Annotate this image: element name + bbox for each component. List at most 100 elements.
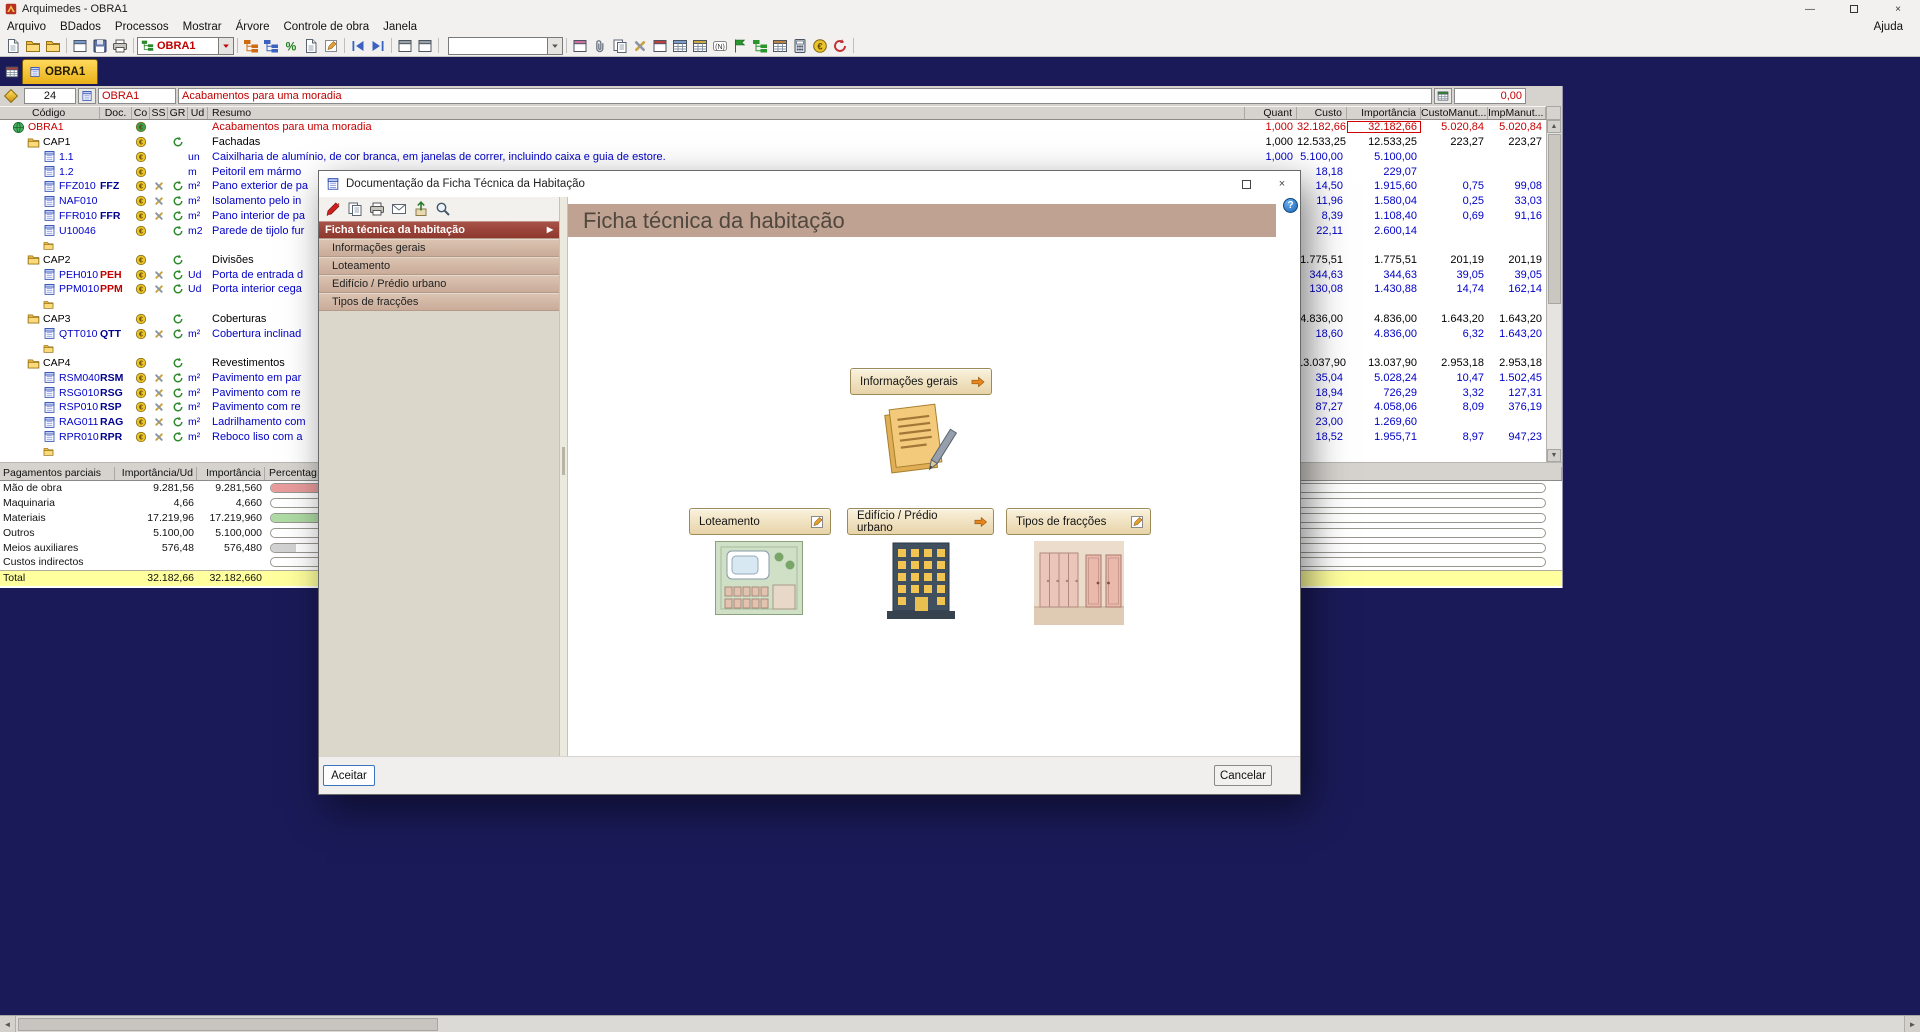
- row-importancia[interactable]: 2.600,14: [1347, 225, 1421, 237]
- project-combo[interactable]: OBRA1: [137, 36, 219, 55]
- pay-col-import-ncia[interactable]: Importância: [197, 467, 265, 480]
- mail-icon[interactable]: [390, 200, 408, 218]
- nav-first-icon[interactable]: [348, 36, 368, 56]
- col-impmanut[interactable]: ImpManut...: [1488, 107, 1546, 119]
- scroll-left-icon[interactable]: ◄: [0, 1016, 16, 1032]
- scroll-right-icon[interactable]: ►: [1904, 1016, 1920, 1032]
- col-doc[interactable]: Doc.: [100, 107, 132, 119]
- code-lookup-button[interactable]: [78, 88, 96, 104]
- row-importancia[interactable]: 12.533,25: [1347, 136, 1421, 148]
- copy-icon[interactable]: [346, 200, 364, 218]
- nav-ficha-t-cnica-da-habita-o[interactable]: Ficha técnica da habitação ▶: [319, 221, 559, 239]
- description-field[interactable]: Acabamentos para uma moradia: [178, 88, 1432, 104]
- tools-icon[interactable]: [630, 36, 650, 56]
- col-import-ncia[interactable]: Importância: [1347, 107, 1421, 119]
- copy-doc-icon[interactable]: [610, 36, 630, 56]
- row-importancia[interactable]: 1.269,60: [1347, 416, 1421, 428]
- folder-edit-icon[interactable]: [43, 36, 63, 56]
- project-list-icon[interactable]: [5, 63, 19, 81]
- save-icon[interactable]: [90, 36, 110, 56]
- menu-processos[interactable]: Processos: [108, 18, 176, 35]
- table-gold-icon[interactable]: [690, 36, 710, 56]
- col-gr[interactable]: GR: [168, 107, 188, 119]
- money-icon[interactable]: [810, 36, 830, 56]
- flag-green-icon[interactable]: [730, 36, 750, 56]
- col-c-digo[interactable]: Código: [0, 107, 100, 119]
- row-importancia[interactable]: 1.915,60: [1347, 180, 1421, 192]
- doc-edit-icon[interactable]: [321, 36, 341, 56]
- close-button[interactable]: ×: [1876, 0, 1920, 18]
- nav-last-icon[interactable]: [368, 36, 388, 56]
- menu-bdados[interactable]: BDados: [53, 18, 108, 35]
- window-tile-icon[interactable]: [415, 36, 435, 56]
- scroll-up-icon[interactable]: ▲: [1547, 120, 1561, 133]
- row-importancia[interactable]: 4.836,00: [1347, 328, 1421, 340]
- col-custo[interactable]: Custo: [1297, 107, 1347, 119]
- row-importancia[interactable]: 1.775,51: [1347, 254, 1421, 266]
- row-importancia[interactable]: 4.058,06: [1347, 401, 1421, 413]
- menu-mostrar[interactable]: Mostrar: [176, 18, 229, 35]
- menu-ajuda[interactable]: Ajuda: [1867, 18, 1910, 35]
- dialog-close-button[interactable]: ×: [1264, 171, 1300, 197]
- help-icon[interactable]: ?: [1283, 198, 1298, 213]
- row-importancia[interactable]: 13.037,90: [1347, 357, 1421, 369]
- edificio-button[interactable]: Edifício / Prédio urbano: [847, 508, 994, 535]
- doc-percent-icon[interactable]: [281, 36, 301, 56]
- nav-tipos-de-frac-es[interactable]: Tipos de fracções: [319, 293, 559, 311]
- window-red-icon[interactable]: [650, 36, 670, 56]
- window-pink-icon[interactable]: [570, 36, 590, 56]
- code-field[interactable]: OBRA1: [98, 88, 176, 104]
- nav-informa-es-gerais[interactable]: Informações gerais: [319, 239, 559, 257]
- recycle-red-icon[interactable]: [830, 36, 850, 56]
- tree-row-cap1[interactable]: CAP1 Fachadas 1,000 12.533,25 12.533,25 223,2…: [0, 135, 1546, 150]
- horizontal-scrollbar[interactable]: ◄ ►: [0, 1015, 1920, 1032]
- row-importancia[interactable]: 5.028,24: [1347, 372, 1421, 384]
- table-color-icon[interactable]: [770, 36, 790, 56]
- tree-down-icon[interactable]: [261, 36, 281, 56]
- row-importancia[interactable]: 1.955,71: [1347, 431, 1421, 443]
- calculator-icon[interactable]: [790, 36, 810, 56]
- filter-combo[interactable]: [448, 36, 548, 55]
- amount-tool-button[interactable]: [1434, 88, 1452, 104]
- menu-controle-de-obra[interactable]: Controle de obra: [276, 18, 376, 35]
- row-importancia[interactable]: 726,29: [1347, 387, 1421, 399]
- col-quant[interactable]: Quant: [1245, 107, 1297, 119]
- scroll-down-icon[interactable]: ▼: [1547, 449, 1561, 462]
- filter-combo-arrow[interactable]: [548, 36, 563, 55]
- search-icon[interactable]: [434, 200, 452, 218]
- paperclip-icon[interactable]: [590, 36, 610, 56]
- window-cascade-icon[interactable]: [395, 36, 415, 56]
- new-window-icon[interactable]: [70, 36, 90, 56]
- new-document-icon[interactable]: [3, 36, 23, 56]
- maximize-button[interactable]: [1832, 0, 1876, 18]
- col-customanut[interactable]: CustoManut...: [1421, 107, 1488, 119]
- aceitar-button[interactable]: Aceitar: [323, 765, 375, 786]
- row-importancia[interactable]: 229,07: [1347, 166, 1421, 178]
- dialog-maximize-button[interactable]: [1228, 171, 1264, 197]
- menu-arquivo[interactable]: Arquivo: [0, 18, 53, 35]
- minimize-button[interactable]: —: [1788, 0, 1832, 18]
- row-importancia[interactable]: 1.108,40: [1347, 210, 1421, 222]
- menu-rvore[interactable]: Árvore: [229, 18, 277, 35]
- amount-field[interactable]: 0,00: [1454, 88, 1526, 104]
- doc-values-icon[interactable]: [301, 36, 321, 56]
- print-icon[interactable]: [110, 36, 130, 56]
- tree-row-obra1[interactable]: OBRA1 Acabamentos para uma moradia 1,000 32…: [0, 120, 1546, 135]
- row-importancia[interactable]: 4.836,00: [1347, 313, 1421, 325]
- tree-row-1-1[interactable]: 1.1 un Caixilharia de alumínio, de cor bra…: [0, 149, 1546, 164]
- pay-col-pagamentos-parciais[interactable]: Pagamentos parciais: [0, 467, 115, 480]
- row-importancia[interactable]: 1.580,04: [1347, 195, 1421, 207]
- tree-green-icon[interactable]: [750, 36, 770, 56]
- row-importancia[interactable]: 1.430,88: [1347, 283, 1421, 295]
- col-ss[interactable]: SS: [150, 107, 168, 119]
- edit-red-icon[interactable]: [324, 200, 342, 218]
- nav-edif-cio-pr-dio-urbano[interactable]: Edifício / Prédio urbano: [319, 275, 559, 293]
- print-icon[interactable]: [368, 200, 386, 218]
- open-folder-icon[interactable]: [23, 36, 43, 56]
- row-importancia[interactable]: 5.100,00: [1347, 151, 1421, 163]
- row-importancia[interactable]: 32.182,66: [1347, 121, 1421, 133]
- col-co[interactable]: Co: [132, 107, 150, 119]
- project-combo-arrow[interactable]: [219, 36, 234, 55]
- tab-obra1[interactable]: OBRA1: [22, 59, 98, 84]
- row-number-field[interactable]: 24: [24, 88, 76, 104]
